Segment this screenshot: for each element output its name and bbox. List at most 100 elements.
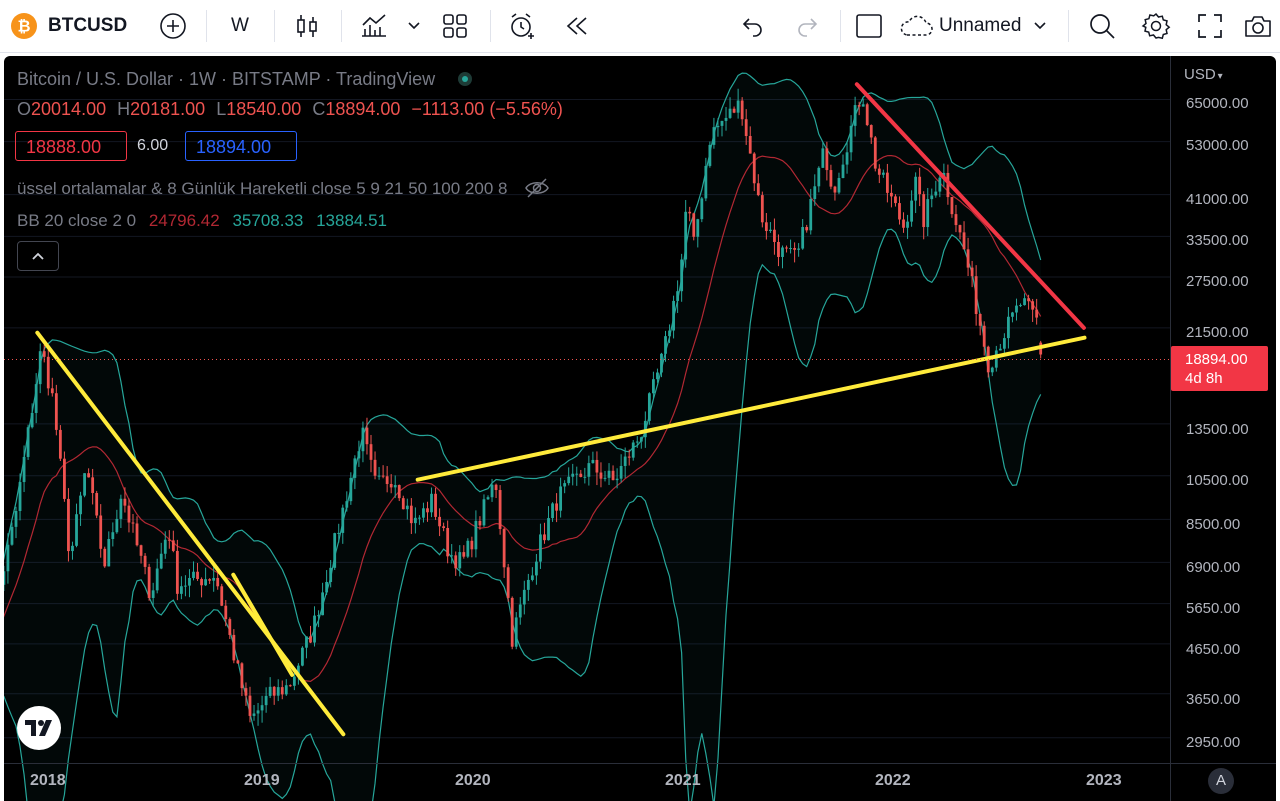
candle-body xyxy=(127,505,131,523)
candle-body xyxy=(369,444,373,460)
high-value: 20181.00 xyxy=(130,99,206,119)
candle-body xyxy=(381,475,385,477)
price-tick: 27500.00 xyxy=(1186,273,1249,290)
candle-body xyxy=(510,597,514,647)
fullscreen-button[interactable] xyxy=(1192,0,1228,52)
chevron-up-icon xyxy=(32,252,44,260)
candle-body xyxy=(401,498,405,510)
candle-body xyxy=(748,136,752,154)
price-tick: 8500.00 xyxy=(1186,516,1241,533)
change-value: −1113.00 (−5.56%) xyxy=(411,99,563,119)
candle-body xyxy=(950,197,954,215)
rewind-icon xyxy=(566,17,587,35)
collapse-legend-button[interactable] xyxy=(17,241,59,271)
candle-body xyxy=(292,676,296,686)
candle-body xyxy=(454,555,458,569)
alert-button[interactable] xyxy=(504,0,540,52)
candle-body xyxy=(720,120,724,126)
candle-body xyxy=(873,137,877,169)
candle-body xyxy=(724,117,728,121)
candle-body xyxy=(54,393,58,430)
price-chart[interactable] xyxy=(4,56,1276,801)
currency-selector[interactable]: USD ▾ xyxy=(1184,66,1223,83)
candle-body xyxy=(736,100,740,113)
candle-body xyxy=(79,495,82,515)
candle-body xyxy=(1007,316,1010,339)
candles-icon xyxy=(297,15,317,37)
snapshot-button[interactable] xyxy=(1240,0,1276,52)
undo-button[interactable] xyxy=(735,0,771,52)
chart-type-button[interactable] xyxy=(289,0,325,52)
candle-body xyxy=(405,505,409,510)
candle-body xyxy=(123,498,127,506)
hidden-eye-icon[interactable] xyxy=(524,177,550,199)
chart-pane[interactable]: Bitcoin / U.S. Dollar · 1W · BITSTAMP · … xyxy=(4,56,1276,801)
indicator-legend-bb[interactable]: BB 20 close 2 0 24796.42 35708.33 13884.… xyxy=(17,211,387,231)
candle-body xyxy=(208,579,212,581)
candle-body xyxy=(656,372,659,380)
compare-symbol-button[interactable] xyxy=(154,0,192,52)
search-button[interactable] xyxy=(1084,0,1120,52)
candle-body xyxy=(958,225,962,233)
price-tick: 3650.00 xyxy=(1186,691,1241,708)
market-status-dot[interactable] xyxy=(458,72,473,86)
candle-body xyxy=(458,552,462,569)
candle-body xyxy=(756,183,760,196)
candle-body xyxy=(14,511,18,527)
candle-body xyxy=(1015,305,1018,313)
candle-body xyxy=(486,497,490,500)
candle-body xyxy=(934,191,938,196)
replay-button[interactable] xyxy=(559,0,595,52)
layout-name-button[interactable]: Unnamed xyxy=(898,0,1060,52)
candle-body xyxy=(898,203,901,220)
price-tick: 21500.00 xyxy=(1186,324,1249,341)
candle-body xyxy=(494,484,498,491)
buy-button[interactable]: 18894.00 xyxy=(185,131,297,161)
candle-body xyxy=(668,330,671,337)
auto-scale-button[interactable]: A xyxy=(1208,768,1234,794)
candle-body xyxy=(426,508,429,513)
fullscreen-layout-button[interactable] xyxy=(852,0,886,52)
interval-button[interactable]: W xyxy=(222,0,258,52)
grid-icon xyxy=(443,14,467,38)
sell-button[interactable]: 18888.00 xyxy=(15,131,127,161)
candle-body xyxy=(184,585,187,587)
ohlc-legend: O20014.00 H20181.00 L18540.00 C18894.00 … xyxy=(17,99,563,119)
candle-body xyxy=(522,589,526,605)
candle-body xyxy=(530,575,534,580)
candle-body xyxy=(829,170,833,187)
candle-body xyxy=(692,213,696,237)
candle-body xyxy=(6,544,10,572)
candle-body xyxy=(764,222,768,232)
redo-button[interactable] xyxy=(789,0,825,52)
candle-body xyxy=(409,505,413,524)
bar-countdown: 4d 8h xyxy=(1185,370,1223,387)
candle-body xyxy=(591,459,595,464)
indicators-dropdown[interactable] xyxy=(402,0,426,52)
indicator-legend-ema[interactable]: üssel ortalamalar & 8 Günlük Hareketli c… xyxy=(17,177,550,199)
candle-body xyxy=(385,476,389,484)
candle-body xyxy=(841,164,845,179)
cloud-icon xyxy=(900,15,933,36)
tradingview-logo[interactable] xyxy=(17,706,61,750)
settings-button[interactable] xyxy=(1138,0,1174,52)
templates-button[interactable] xyxy=(437,0,473,52)
last-price-label[interactable]: 18894.00 4d 8h xyxy=(1171,346,1268,391)
candle-body xyxy=(10,526,14,545)
candle-body xyxy=(506,567,510,598)
candle-body xyxy=(922,194,926,228)
candle-body xyxy=(87,473,91,478)
tradingview-logo-icon xyxy=(25,720,52,736)
candle-body xyxy=(611,470,615,481)
candle-body xyxy=(938,177,942,192)
candle-body xyxy=(353,458,357,478)
indicators-button[interactable] xyxy=(356,0,392,52)
candle-body xyxy=(966,249,970,268)
candle-body xyxy=(1027,298,1030,302)
symbol-search-button[interactable]: ₿ BTCUSD xyxy=(10,0,140,52)
candle-body xyxy=(865,104,869,126)
chart-legend-title: Bitcoin / U.S. Dollar · 1W · BITSTAMP · … xyxy=(17,69,473,90)
candle-body xyxy=(805,227,809,231)
candle-body xyxy=(680,259,684,292)
candle-body xyxy=(67,498,70,552)
